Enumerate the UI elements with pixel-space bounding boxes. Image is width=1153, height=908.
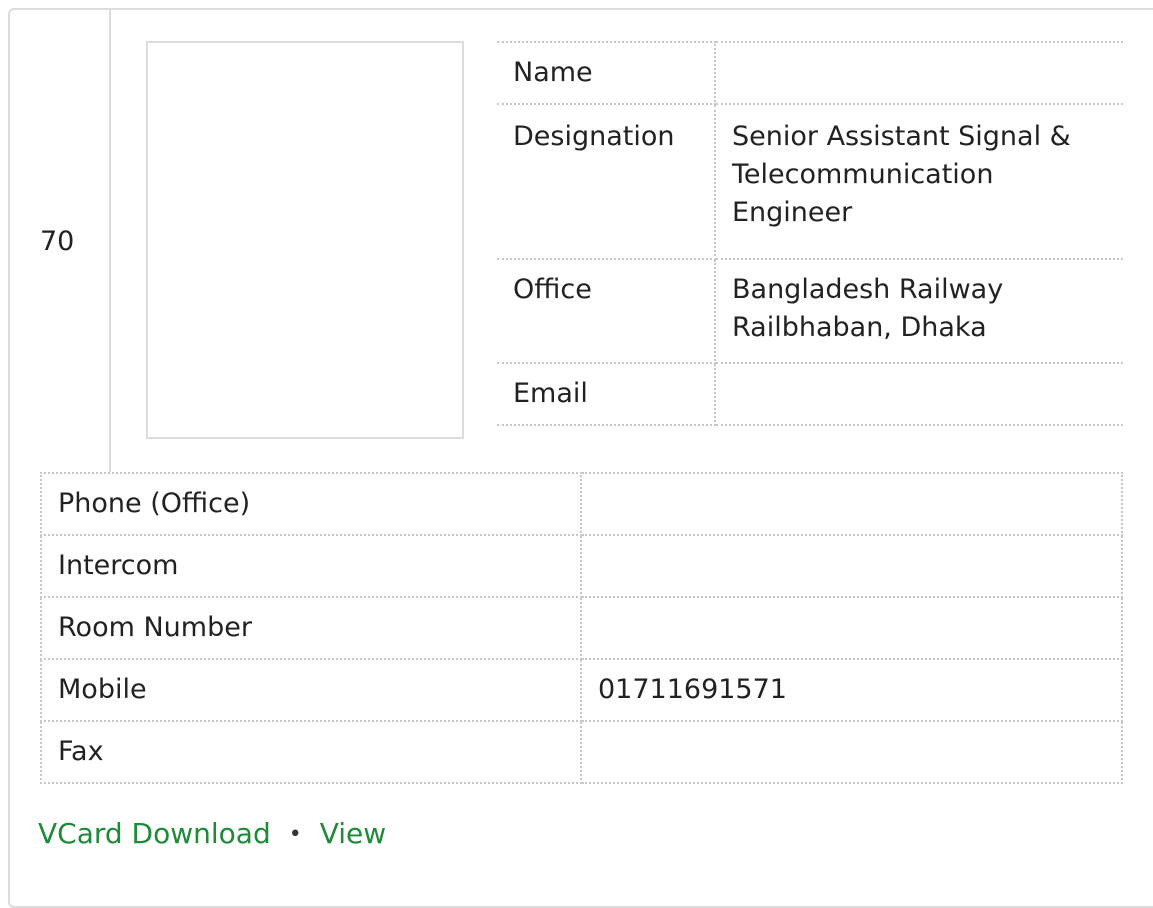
profile-table: Name Designation Senior Assistant Signal… [497, 41, 1123, 426]
email-value[interactable] [714, 362, 1123, 426]
profile-photo [146, 41, 464, 439]
room-number-value [580, 596, 1123, 660]
view-link[interactable]: View [320, 817, 386, 850]
link-separator: • [288, 822, 302, 847]
phone-office-label: Phone (Office) [40, 472, 582, 536]
table-row: Intercom [40, 534, 1123, 598]
table-row: Email [497, 362, 1123, 426]
fax-value [580, 720, 1123, 784]
intercom-value [580, 534, 1123, 598]
intercom-label: Intercom [40, 534, 582, 598]
phone-office-value [580, 472, 1123, 536]
table-row: Designation Senior Assistant Signal & Te… [497, 103, 1123, 260]
designation-label: Designation [497, 103, 716, 260]
table-row: Fax [40, 720, 1123, 784]
room-number-label: Room Number [40, 596, 582, 660]
table-row: Office Bangladesh Railway Railbhaban, Dh… [497, 258, 1123, 364]
name-value [714, 41, 1123, 105]
mobile-label: Mobile [40, 658, 582, 722]
table-row: Room Number [40, 596, 1123, 660]
vcard-download-link[interactable]: VCard Download [38, 817, 271, 850]
action-links: VCard Download • View [38, 815, 386, 854]
name-label: Name [497, 41, 716, 105]
mobile-value: 01711691571 [580, 658, 1123, 722]
serial-number: 70 [40, 226, 75, 257]
office-label: Office [497, 258, 716, 364]
column-divider [109, 8, 111, 472]
table-row: Name [497, 41, 1123, 105]
email-label: Email [497, 362, 716, 426]
table-row: Phone (Office) [40, 472, 1123, 536]
fax-label: Fax [40, 720, 582, 784]
contact-table: Phone (Office) Intercom Room Number Mobi… [40, 472, 1123, 784]
designation-value: Senior Assistant Signal & Telecommunicat… [714, 103, 1123, 260]
table-row: Mobile 01711691571 [40, 658, 1123, 722]
office-value: Bangladesh Railway Railbhaban, Dhaka [714, 258, 1123, 364]
